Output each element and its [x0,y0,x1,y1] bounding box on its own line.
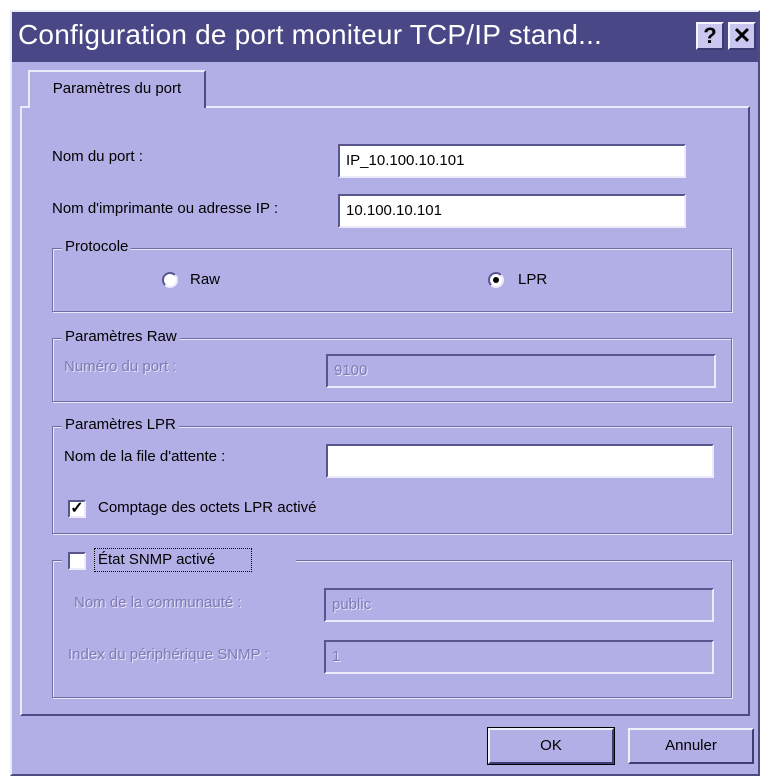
ok-button[interactable]: OK [487,727,615,765]
raw-settings-group-title: Paramètres Raw [62,328,180,345]
port-config-dialog: Configuration de port moniteur TCP/IP st… [10,10,760,776]
port-name-input[interactable]: IP_10.100.10.101 [338,144,686,178]
tab-port-settings[interactable]: Paramètres du port [28,70,206,108]
lpr-radio-label[interactable]: LPR [518,271,547,288]
lpr-radio[interactable] [488,272,504,288]
lpr-byte-count-checkbox[interactable]: ✓ [68,500,86,518]
port-number-input[interactable]: 9100 [326,354,716,388]
raw-radio-label[interactable]: Raw [190,271,220,288]
raw-radio[interactable] [162,272,178,288]
port-number-label: Numéro du port : [64,358,177,375]
snmp-device-index-label: Index du périphérique SNMP : [68,646,269,663]
protocol-group-title: Protocole [62,238,132,255]
queue-name-input[interactable] [326,444,714,478]
lpr-settings-group [52,426,732,534]
tab-panel-port-settings: Nom du port : IP_10.100.10.101 Nom d'imp… [20,106,750,716]
help-button[interactable]: ? [696,22,724,50]
queue-name-label: Nom de la file d'attente : [64,448,226,465]
community-name-input[interactable]: public [324,588,714,622]
printer-address-input[interactable]: 10.100.10.101 [338,194,686,228]
window-title: Configuration de port moniteur TCP/IP st… [18,19,603,50]
cancel-button[interactable]: Annuler [628,728,754,764]
title-bar[interactable]: Configuration de port moniteur TCP/IP st… [12,12,758,62]
protocol-group [52,248,732,312]
lpr-byte-count-label[interactable]: Comptage des octets LPR activé [98,499,316,516]
snmp-device-index-input[interactable]: 1 [324,640,714,674]
close-button[interactable]: ✕ [728,22,756,50]
help-icon: ? [703,23,717,48]
printer-address-label: Nom d'imprimante ou adresse IP : [52,200,279,217]
community-name-label: Nom de la communauté : [74,594,242,611]
port-name-label: Nom du port : [52,148,143,165]
snmp-status-label[interactable]: État SNMP activé [98,551,215,568]
snmp-status-checkbox[interactable] [68,552,86,570]
snmp-group [52,560,732,698]
close-icon: ✕ [732,23,752,48]
radio-selected-dot [493,277,499,283]
lpr-settings-group-title: Paramètres LPR [62,416,179,433]
checkmark-icon: ✓ [70,500,84,517]
